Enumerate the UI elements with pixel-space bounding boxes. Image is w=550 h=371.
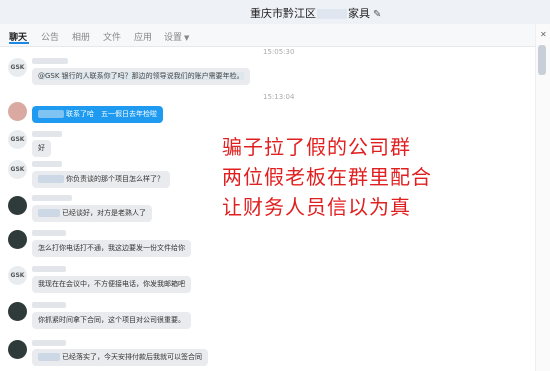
sender-name (32, 161, 62, 167)
avatar[interactable]: GSK (8, 160, 27, 179)
tab-album[interactable]: 相册 (72, 30, 90, 43)
message-text: 已经落实了，今天安排付款后我就可以签合同 (62, 353, 202, 361)
message-text: 怎么打你电话打不通，我这边要发一份文件给你 (38, 244, 185, 252)
message-bubble: 已经落实了，今天安排付款后我就可以签合同 (32, 349, 208, 366)
message-text: 你负责谈的那个项目怎么样了？ (66, 175, 164, 183)
message-bubble: 你抓紧时间拿下合同，这个项目对公司很重要。 (32, 312, 191, 329)
tab-announcement[interactable]: 公告 (41, 30, 59, 43)
overlay-line: 让财务人员信以为真 (222, 195, 411, 219)
group-tabs: 聊天 公告 相册 文件 应用 设置 ▼ (0, 24, 550, 47)
redacted-block (317, 9, 347, 19)
message-bubble: 我现在在会议中，不方便接电话，你发我邮箱吧 (32, 276, 191, 293)
message-bubble: 已经谈好，对方是老熟人了 (32, 205, 152, 222)
message-text: 已经谈好，对方是老熟人了 (62, 209, 146, 217)
avatar[interactable]: GSK (8, 130, 27, 149)
avatar[interactable]: GSK (8, 266, 27, 285)
message-text: 我现在在会议中，不方便接电话，你发我邮箱吧 (38, 280, 185, 288)
group-title-prefix: 重庆市黔江区 (250, 7, 316, 20)
close-icon[interactable]: ✕ (540, 30, 547, 39)
redacted-block (38, 110, 64, 118)
redacted-block (38, 209, 60, 217)
avatar[interactable]: GSK (8, 58, 27, 77)
message-text: 联系了哈 五一假日去年检啦 (66, 110, 157, 118)
sender-name (32, 58, 68, 64)
sender-name (32, 195, 72, 201)
tab-files[interactable]: 文件 (103, 30, 121, 43)
tab-settings[interactable]: 设置 ▼ (164, 30, 189, 43)
tab-apps[interactable]: 应用 (134, 30, 152, 43)
redacted-block (38, 353, 60, 361)
scrollbar-thumb[interactable] (538, 45, 546, 75)
avatar[interactable] (8, 340, 27, 359)
sender-name (32, 131, 62, 137)
message-text: 好 (38, 144, 45, 152)
sender-name (32, 340, 66, 346)
window-titlebar: 重庆市黔江区 家具 ✎ (0, 0, 550, 25)
timestamp: 15:13:04 (263, 93, 295, 101)
avatar[interactable] (8, 196, 27, 215)
active-tab-indicator (9, 42, 29, 44)
message-bubble: 好 (32, 140, 51, 157)
message-text: 你抓紧时间拿下合同，这个项目对公司很重要。 (38, 316, 185, 324)
avatar[interactable] (8, 102, 27, 121)
timestamp: 15:05:30 (263, 48, 295, 56)
sender-name (32, 302, 66, 308)
avatar[interactable] (8, 230, 27, 249)
pencil-icon[interactable]: ✎ (373, 9, 381, 20)
tab-apps-label: 应用 (134, 33, 153, 43)
message-bubble: 怎么打你电话打不通，我这边要发一份文件给你 (32, 240, 191, 257)
tab-settings-label: 设置 (164, 33, 183, 43)
sender-name (32, 266, 66, 272)
group-title: 重庆市黔江区 家具 ✎ (250, 5, 381, 21)
avatar[interactable] (8, 302, 27, 321)
group-title-suffix: 家具 (348, 7, 370, 20)
overlay-line: 骗子拉了假的公司群 (222, 135, 411, 159)
message-bubble: 你负责谈的那个项目怎么样了？ (32, 171, 170, 188)
message-bubble: 联系了哈 五一假日去年检啦 (32, 106, 163, 123)
sender-name (32, 230, 66, 236)
message-text: @GSK 银行的人联系你了吗？那边的领导说我们的账户需要年检。 (38, 72, 244, 80)
chevron-down-icon: ▼ (184, 34, 190, 42)
scam-warning-overlay: 骗子拉了假的公司群 两位假老板在群里配合 让财务人员信以为真 (222, 132, 542, 222)
redacted-block (38, 175, 64, 183)
message-bubble: @GSK 银行的人联系你了吗？那边的领导说我们的账户需要年检。 (32, 68, 250, 85)
overlay-line: 两位假老板在群里配合 (222, 165, 432, 189)
